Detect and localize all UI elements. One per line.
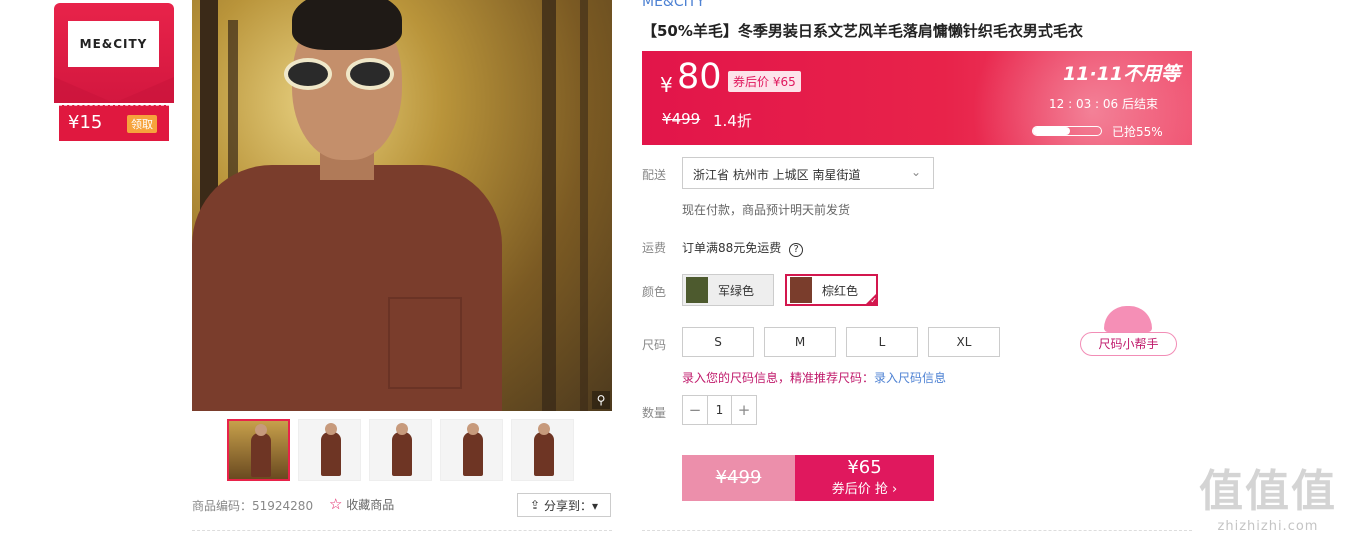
grab-progress-text: 已抢55% — [1112, 125, 1163, 139]
decrement-button[interactable]: − — [683, 396, 707, 424]
coupon-header: ME&CITY — [54, 3, 174, 103]
size-option-m[interactable]: M — [764, 327, 836, 357]
watermark: 值值值 zhizhizhi.com — [1197, 455, 1339, 535]
delivery-label: 配送 — [642, 168, 667, 182]
brand-link[interactable]: ME&CITY — [642, 0, 705, 10]
thumbnail[interactable] — [227, 419, 290, 481]
main-product-image[interactable]: ⚲ — [192, 0, 612, 411]
size-tip-text: 录入您的尺码信息，精准推荐尺码： — [682, 371, 875, 385]
thumbnail[interactable] — [440, 419, 503, 481]
buy-price: ¥65 — [847, 457, 882, 478]
original-price: ¥499 — [662, 110, 701, 128]
thumbnail[interactable] — [511, 419, 574, 481]
sku-code: 商品编码：51924280 — [192, 499, 314, 513]
size-label: 尺码 — [642, 338, 667, 352]
coupon-amount: ¥15 — [68, 112, 103, 133]
coupon-body: ¥15 领取 — [59, 105, 169, 141]
coupon-price-tag: 券后价 ¥65 — [728, 71, 801, 92]
color-label: 颜色 — [642, 285, 667, 299]
thumbnail[interactable] — [369, 419, 432, 481]
color-swatch — [686, 277, 708, 303]
mascot-icon — [1104, 306, 1152, 332]
thumbnail-strip — [227, 419, 574, 481]
current-price: 80 — [677, 57, 722, 97]
buy-action-label: 券后价 抢 › — [831, 482, 898, 497]
divider — [642, 530, 1192, 531]
size-option-xl[interactable]: XL — [928, 327, 1000, 357]
watermark-url: zhizhizhi.com — [1217, 519, 1319, 534]
color-name: 棕红色 — [822, 283, 859, 298]
star-icon: ☆ — [329, 495, 343, 513]
sunglasses — [284, 58, 404, 90]
freight-label: 运费 — [642, 241, 667, 255]
product-page: ME&CITY ¥15 领取 ⚲ 商品编码：51924280 ☆ 收藏商品 ⇪ … — [0, 0, 1347, 540]
quantity-label: 数量 — [642, 406, 667, 420]
address-selector[interactable]: 浙江省 杭州市 上城区 南星街道 ⌄ — [682, 157, 934, 189]
thumbnail[interactable] — [298, 419, 361, 481]
color-swatch — [790, 277, 812, 303]
countdown-timer: 12 : 03 : 06 后结束 — [1049, 97, 1158, 111]
check-icon: ✓ — [864, 292, 878, 306]
grab-progress-fill — [1033, 127, 1071, 135]
size-helper[interactable]: 尺码小帮手 — [1080, 306, 1178, 358]
share-label: 分享到：▾ — [544, 498, 599, 513]
favorite-button[interactable]: ☆ 收藏商品 — [329, 495, 394, 513]
discount-rate: 1.4折 — [713, 112, 752, 130]
divider — [192, 530, 612, 531]
product-title: 【50%羊毛】冬季男装日系文艺风羊毛落肩慵懒针织毛衣男式毛衣 — [642, 22, 1083, 40]
buy-original-price: ¥499 — [682, 455, 795, 501]
zoom-icon[interactable]: ⚲ — [592, 391, 610, 409]
buy-coupon-section: ¥65 券后价 抢 › — [795, 455, 934, 501]
help-icon[interactable]: ? — [789, 243, 804, 257]
store-coupon[interactable]: ME&CITY ¥15 领取 — [54, 3, 174, 141]
quantity-stepper: − 1 + — [682, 395, 757, 425]
chevron-down-icon: ⌄ — [910, 165, 921, 179]
size-helper-button[interactable]: 尺码小帮手 — [1080, 332, 1177, 356]
quantity-input[interactable]: 1 — [707, 396, 732, 424]
buy-button[interactable]: ¥499 ¥65 券后价 抢 › — [682, 455, 934, 501]
freight-text: 订单满88元免运费 — [682, 241, 782, 255]
color-option-brown-red[interactable]: 棕红色 ✓ — [785, 274, 878, 306]
price-panel: ¥ 80 券后价 ¥65 ¥499 1.4折 11·11不用等 12 : 03 … — [642, 51, 1192, 145]
color-name: 军绿色 — [718, 283, 755, 298]
shipping-note: 现在付款，商品预计明天前发货 — [682, 203, 851, 217]
size-tip: 录入您的尺码信息，精准推荐尺码：录入尺码信息 — [682, 369, 946, 386]
size-entry-link[interactable]: 录入尺码信息 — [874, 371, 946, 385]
increment-button[interactable]: + — [732, 396, 756, 424]
favorite-label: 收藏商品 — [346, 498, 395, 512]
freight-info: 订单满88元免运费 ? — [682, 239, 804, 257]
campaign-logo: 11·11不用等 — [1063, 63, 1181, 85]
share-button[interactable]: ⇪ 分享到：▾ — [517, 493, 611, 517]
share-icon: ⇪ — [529, 498, 541, 512]
watermark-logo: 值值值 — [1199, 466, 1337, 517]
size-option-l[interactable]: L — [846, 327, 918, 357]
brand-logo: ME&CITY — [68, 21, 159, 67]
size-option-s[interactable]: S — [682, 327, 754, 357]
coupon-claim-button[interactable]: 领取 — [127, 115, 157, 133]
currency-symbol: ¥ — [660, 73, 673, 97]
color-option-army-green[interactable]: 军绿色 — [682, 274, 774, 306]
grab-progress-bar — [1032, 126, 1102, 136]
address-value: 浙江省 杭州市 上城区 南星街道 — [693, 168, 861, 182]
